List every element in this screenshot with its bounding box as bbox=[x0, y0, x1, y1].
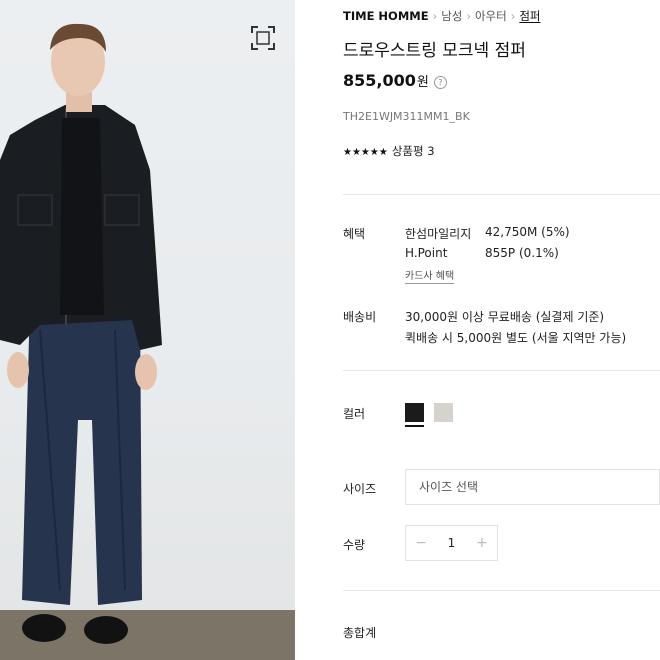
benefit-label: 혜택 bbox=[343, 227, 366, 241]
shipping-label: 배송비 bbox=[343, 310, 377, 324]
chevron-right-icon: › bbox=[466, 9, 471, 23]
breadcrumb-item[interactable]: 남성 bbox=[441, 9, 462, 23]
breadcrumb: TIME HOMME › 남성 › 아우터 › 점퍼 bbox=[343, 8, 541, 24]
rating[interactable]: ★★★★★ 상품평 3 bbox=[343, 143, 435, 159]
color-swatch-black[interactable] bbox=[405, 403, 424, 427]
quantity-label: 수량 bbox=[343, 538, 366, 552]
benefit-value: 42,750M (5%) bbox=[485, 225, 570, 239]
card-benefit-link[interactable]: 카드사 혜택 bbox=[405, 270, 455, 284]
product-image[interactable] bbox=[0, 0, 295, 660]
plus-icon[interactable]: + bbox=[467, 535, 497, 551]
color-swatch-beige[interactable] bbox=[434, 403, 453, 422]
shipping-line: 퀵배송 시 5,000원 별도 (서울 지역만 가능) bbox=[405, 331, 627, 345]
product-title: 드로우스트링 모크넥 점퍼 bbox=[343, 41, 526, 61]
product-price: 855,000 bbox=[343, 71, 416, 90]
benefit-name: 한섬마일리지 bbox=[405, 227, 472, 241]
total-label: 총합계 bbox=[343, 626, 377, 640]
product-detail-panel: TIME HOMME › 남성 › 아우터 › 점퍼 드로우스트링 모크넥 점퍼 855,0… bbox=[343, 0, 660, 660]
quantity-stepper[interactable]: − 1 + bbox=[405, 525, 498, 561]
star-rating-icon: ★★★★★ bbox=[343, 147, 388, 158]
breadcrumb-current[interactable]: 점퍼 bbox=[519, 9, 540, 23]
breadcrumb-item[interactable]: 아우터 bbox=[475, 9, 507, 23]
expand-icon[interactable] bbox=[250, 25, 276, 51]
benefit-value: 855P (0.1%) bbox=[485, 246, 559, 260]
breadcrumb-brand[interactable]: TIME HOMME bbox=[343, 9, 429, 23]
divider bbox=[343, 370, 660, 371]
question-icon[interactable]: ? bbox=[433, 76, 447, 89]
divider bbox=[343, 194, 660, 195]
color-label: 컬러 bbox=[343, 407, 366, 421]
chevron-right-icon: › bbox=[432, 9, 438, 23]
model-illustration bbox=[0, 23, 295, 660]
shipping-line: 30,000원 이상 무료배송 (실결제 기준) bbox=[405, 310, 605, 324]
price-currency: 원 bbox=[416, 75, 429, 90]
size-select[interactable]: 사이즈 선택 bbox=[405, 469, 660, 505]
product-sku: TH2E1WJM311MM1_BK bbox=[343, 110, 470, 123]
quantity-value[interactable]: 1 bbox=[436, 536, 466, 550]
price-row: 855,000원? bbox=[343, 71, 447, 90]
minus-icon[interactable]: − bbox=[406, 535, 436, 551]
divider bbox=[343, 590, 660, 591]
chevron-right-icon: › bbox=[510, 9, 516, 23]
review-count[interactable]: 상품평 3 bbox=[392, 144, 435, 158]
size-label: 사이즈 bbox=[343, 482, 377, 496]
benefit-name: H.Point bbox=[405, 246, 448, 260]
